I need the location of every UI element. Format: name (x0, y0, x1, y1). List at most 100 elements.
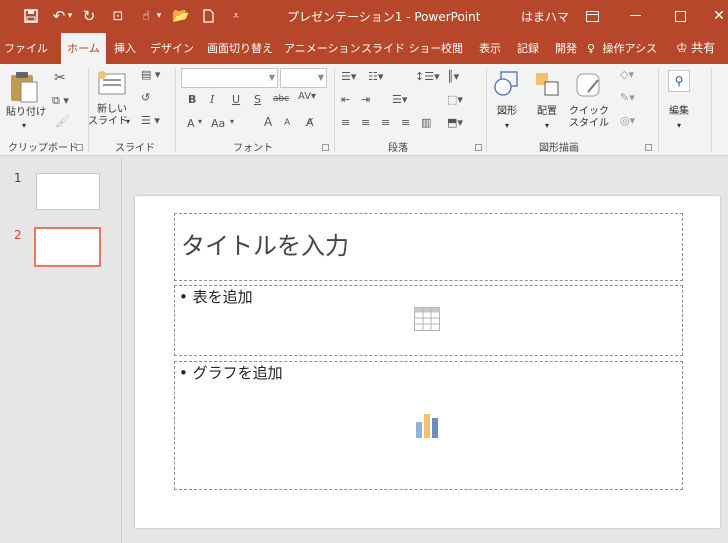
reset-icon[interactable]: ↺ (141, 91, 150, 104)
ribbon-display-options-icon[interactable] (583, 6, 601, 26)
shapes-button[interactable]: 図形 ▾ (491, 68, 523, 138)
content-placeholder[interactable]: • グラフを追加 (174, 361, 683, 490)
new-slide-button[interactable]: 新しい スライド ▾ (88, 68, 130, 138)
tab-slideshow[interactable]: スライド ショー (361, 33, 442, 64)
content-placeholder[interactable]: • 表を追加 (174, 285, 683, 356)
arrange-button[interactable]: 配置 ▾ (531, 68, 563, 138)
new-icon[interactable] (200, 6, 216, 26)
shapes-icon (494, 71, 518, 96)
customize-qat-icon[interactable]: ⩡ (230, 6, 242, 26)
tab-insert[interactable]: 挿入 (110, 33, 140, 64)
slide-thumbnail[interactable] (34, 227, 101, 267)
ribbon-tabs: ファイル ホーム 挿入 デザイン 画面切り替え アニメーション スライド ショー… (0, 33, 728, 64)
font-color-button[interactable]: A (187, 117, 195, 130)
group-font-label: フォント (233, 143, 273, 154)
cut-icon[interactable]: ✂ (54, 70, 66, 86)
paste-button[interactable]: 貼り付け ▾ (6, 70, 46, 136)
font-size-combo[interactable]: ▼ (280, 68, 327, 88)
quick-styles-label-1: クイック (569, 106, 609, 117)
section-icon[interactable]: ☰ ▾ (141, 114, 160, 127)
save-icon[interactable] (21, 6, 41, 26)
group-separator (88, 68, 89, 152)
align-right-icon[interactable]: ≡ (381, 116, 390, 129)
user-name[interactable]: はまハマ (521, 8, 569, 25)
share-button[interactable]: ♔ 共有 (676, 33, 728, 64)
format-painter-icon[interactable]: 🖌 (55, 114, 70, 128)
shrink-font-button[interactable]: A (284, 118, 290, 128)
change-case-dropdown-icon[interactable]: ▾ (230, 117, 234, 126)
clear-formatting-icon[interactable]: A̸ (306, 116, 314, 129)
quick-styles-button[interactable]: クイック スタイル (566, 68, 612, 138)
change-case-button[interactable]: Aa (211, 117, 225, 130)
touch-mode-icon[interactable]: ☝ (137, 6, 155, 26)
paragraph-launcher-icon[interactable] (475, 144, 482, 151)
bold-button[interactable]: B (188, 93, 196, 106)
lightbulb-icon: ♀ (587, 42, 596, 55)
tab-view[interactable]: 表示 (475, 33, 505, 64)
new-slide-label-1: 新しい (97, 104, 127, 115)
justify-icon[interactable]: ≡ (401, 116, 410, 129)
clipboard-launcher-icon[interactable] (76, 144, 83, 151)
char-spacing-icon[interactable]: AV▾ (298, 91, 316, 102)
shape-effects-icon[interactable]: ◎▾ (620, 114, 635, 127)
tell-me[interactable]: ♀ 操作アシス (587, 33, 669, 64)
slide-canvas: タイトルを入力 • 表を追加 • グラフを追加 (135, 196, 720, 528)
touch-dropdown-icon[interactable]: ▾ (155, 6, 163, 26)
tab-design[interactable]: デザイン (149, 33, 195, 64)
numbering-icon[interactable]: ☷▾ (368, 70, 383, 83)
present-from-start-icon[interactable]: ⊡ (108, 6, 128, 26)
close-icon[interactable]: ✕ (710, 6, 728, 26)
tab-file[interactable]: ファイル (4, 33, 48, 64)
open-icon[interactable]: 📂 (171, 6, 191, 26)
copy-icon[interactable]: ⧉ ▾ (52, 94, 69, 108)
content-placeholder-text: • 表を追加 (179, 288, 253, 306)
increase-indent-icon[interactable]: ⇥ (361, 93, 370, 106)
convert-smartart-icon[interactable]: ⬒▾ (447, 116, 463, 129)
strikethrough-button[interactable]: abc (273, 94, 289, 104)
decrease-indent-icon[interactable]: ⇤ (341, 93, 350, 106)
font-name-combo[interactable]: ▼ (181, 68, 278, 88)
text-direction-icon[interactable]: ║▾ (447, 70, 459, 83)
line-spacing-icon[interactable]: ↕☰▾ (415, 70, 440, 83)
slide-thumbnail[interactable] (36, 173, 100, 210)
editing-button[interactable]: ⚲ 編集 ▾ (664, 68, 694, 138)
layout-icon[interactable]: ▤ ▾ (141, 68, 160, 81)
tab-transitions[interactable]: 画面切り替え (203, 33, 277, 64)
tab-review[interactable]: 校閲 (437, 33, 467, 64)
insert-table-icon[interactable] (414, 307, 440, 331)
maximize-icon[interactable] (670, 6, 690, 26)
underline-button[interactable]: U (232, 93, 240, 106)
arrange-dropdown-icon: ▾ (544, 121, 549, 130)
font-launcher-icon[interactable] (322, 144, 329, 151)
distributed-icon[interactable]: ▥ (421, 116, 431, 129)
redo-icon[interactable]: ↻ (81, 6, 97, 26)
align-left-icon[interactable]: ≡ (341, 116, 350, 129)
share-label: 共有 (691, 41, 716, 55)
shadow-button[interactable]: S (254, 93, 261, 106)
drawing-launcher-icon[interactable] (645, 144, 652, 151)
align-center-icon[interactable]: ≡ (361, 116, 370, 129)
shape-fill-icon[interactable]: ◇▾ (620, 68, 634, 81)
title-bar: ↶ ▾ ↻ ⊡ ☝ ▾ 📂 ⩡ プレゼンテーション1 - PowerPoint … (0, 0, 728, 33)
arrange-label: 配置 (537, 106, 557, 117)
title-placeholder[interactable]: タイトルを入力 (174, 213, 683, 281)
tab-home[interactable]: ホーム (61, 33, 106, 64)
shape-outline-icon[interactable]: ✎▾ (620, 91, 635, 104)
insert-chart-icon[interactable] (415, 412, 439, 438)
group-separator (658, 68, 659, 152)
grow-font-button[interactable]: A (264, 115, 272, 129)
tab-animations[interactable]: アニメーション (284, 33, 361, 64)
shapes-label: 図形 (497, 106, 517, 117)
group-paragraph-label: 段落 (388, 143, 408, 154)
customize-undo-icon[interactable]: ▾ (66, 6, 74, 26)
italic-button[interactable]: I (210, 93, 214, 106)
bullets-icon[interactable]: ☰▾ (341, 70, 356, 83)
tab-developer[interactable]: 開発 (551, 33, 581, 64)
minimize-icon[interactable] (625, 6, 645, 26)
group-separator (711, 68, 712, 152)
align-text-icon[interactable]: ⬚▾ (447, 93, 463, 106)
tab-record[interactable]: 記録 (513, 33, 543, 64)
columns-icon[interactable]: ☰▾ (392, 93, 407, 106)
editing-label: 編集 (669, 106, 689, 117)
font-color-dropdown-icon[interactable]: ▾ (198, 117, 202, 126)
